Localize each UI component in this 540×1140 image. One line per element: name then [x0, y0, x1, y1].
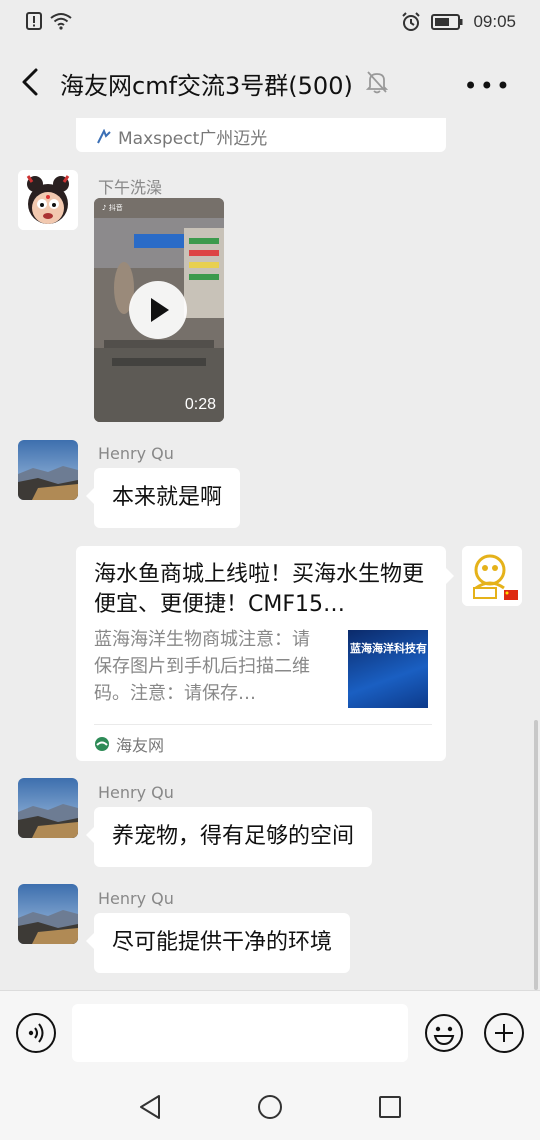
- landscape-avatar-icon: [18, 440, 78, 500]
- back-arrow-icon[interactable]: [16, 64, 48, 100]
- haiyou-logo-icon: [95, 737, 109, 751]
- cartoon-avatar-icon: [18, 170, 78, 230]
- my-avatar[interactable]: [462, 546, 522, 606]
- sender-name: Henry Qu: [98, 889, 174, 908]
- link-source: 海友网: [116, 736, 165, 755]
- link-title: 海水鱼商城上线啦！买海水生物更便宜、更便捷！CMF15…: [94, 562, 425, 617]
- nav-recent-apps-icon[interactable]: [379, 1096, 401, 1118]
- link-thumbnail: 蓝海海洋科技有: [348, 630, 428, 708]
- landscape-avatar-icon: [18, 778, 78, 838]
- avatar[interactable]: [18, 778, 78, 838]
- emoji-icon[interactable]: [424, 1013, 464, 1053]
- voice-icon[interactable]: [16, 1013, 56, 1053]
- video-message[interactable]: ♪ 抖音 0:28: [94, 198, 224, 422]
- link-description: 蓝海海洋生物商城注意：请保存图片到手机后扫描二维码。注意：请保存…: [94, 629, 310, 704]
- link-card[interactable]: 海水鱼商城上线啦！买海水生物更便宜、更便捷！CMF15… 蓝海海洋生物商城注意：…: [76, 546, 454, 761]
- input-bar: [0, 990, 540, 1074]
- nav-back-icon[interactable]: [138, 1094, 162, 1120]
- avatar[interactable]: [18, 440, 78, 500]
- bell-off-icon: [366, 71, 388, 94]
- maxspect-logo-icon: [97, 128, 111, 143]
- svg-text:♪ 抖音: ♪ 抖音: [102, 203, 123, 212]
- message-bubble[interactable]: 养宠物，得有足够的空间: [85, 807, 373, 867]
- yellow-logo-avatar-icon: [462, 546, 522, 606]
- sender-name: 下午洗澡: [98, 178, 163, 197]
- sender-name: Henry Qu: [98, 783, 174, 802]
- avatar[interactable]: [18, 884, 78, 944]
- play-icon[interactable]: [129, 281, 187, 339]
- status-bar: 09:05: [0, 0, 540, 46]
- alarm-icon: [402, 12, 421, 31]
- alert-sim-icon: [26, 12, 42, 30]
- nav-home-icon[interactable]: [258, 1095, 282, 1119]
- landscape-avatar-icon: [18, 884, 78, 944]
- message-list[interactable]: Maxspect广州迈光 下午洗澡 ♪ 抖音 0:28 Henry Qu 本来就…: [0, 118, 540, 990]
- video-duration: 0:28: [184, 396, 216, 413]
- battery-icon: [431, 14, 463, 30]
- system-nav-bar: [0, 1074, 540, 1140]
- divider: [94, 724, 432, 725]
- message-input[interactable]: [72, 1004, 408, 1062]
- previous-link-card[interactable]: Maxspect广州迈光: [76, 118, 446, 152]
- thumbnail-text: 蓝海海洋科技有: [350, 642, 427, 655]
- more-icon[interactable]: •••: [464, 72, 512, 100]
- message-bubble[interactable]: 本来就是啊: [85, 468, 241, 528]
- card-source-label: Maxspect广州迈光: [118, 129, 268, 149]
- scrollbar[interactable]: [534, 720, 538, 990]
- chat-header: 海友网cmf交流3号群(500) •••: [0, 46, 540, 118]
- clock: 09:05: [473, 12, 516, 31]
- plus-icon[interactable]: [484, 1013, 524, 1053]
- chat-title: 海友网cmf交流3号群(500): [60, 72, 353, 100]
- wifi-icon: [50, 13, 72, 30]
- avatar[interactable]: [18, 170, 78, 230]
- sender-name: Henry Qu: [98, 444, 174, 463]
- message-bubble[interactable]: 尽可能提供干净的环境: [85, 913, 351, 973]
